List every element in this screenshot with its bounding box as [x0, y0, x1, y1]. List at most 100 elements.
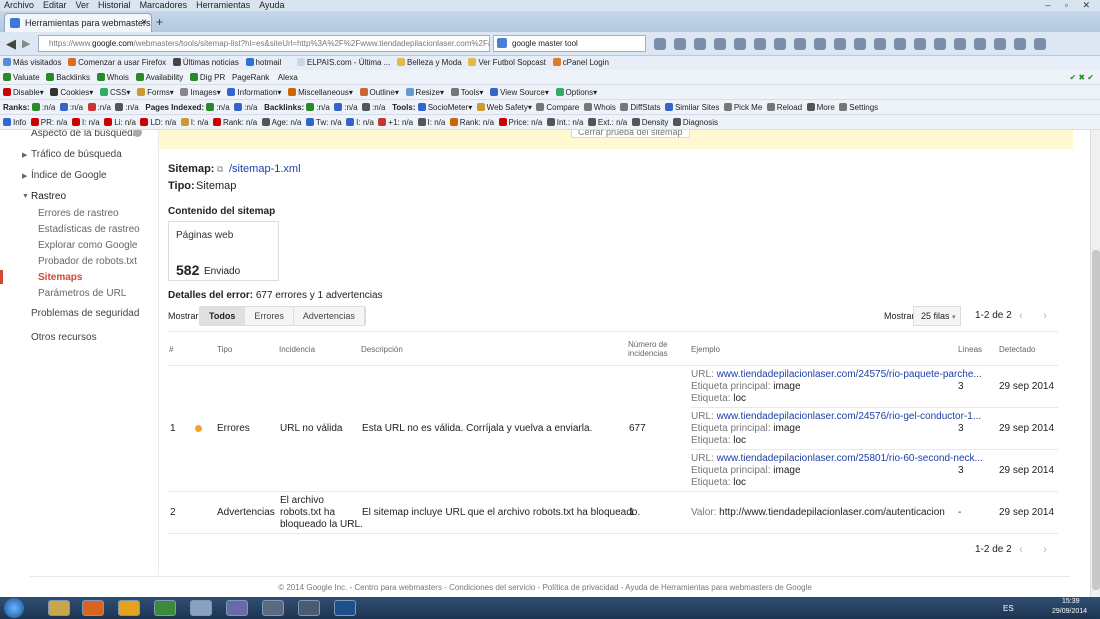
plus-one-item[interactable]: +1: n/a — [388, 118, 413, 127]
compare-button[interactable]: Compare — [546, 103, 579, 112]
similar-sites-button[interactable]: Similar Sites — [675, 103, 719, 112]
menu-marcadores[interactable]: Marcadores — [140, 0, 188, 11]
addon-icon[interactable] — [714, 38, 726, 50]
pr-item[interactable]: PR: n/a — [41, 118, 68, 127]
close-tab-icon[interactable]: × — [141, 14, 147, 32]
prev-page-icon[interactable]: ‹ — [1019, 542, 1023, 556]
age-item[interactable]: Age: n/a — [272, 118, 302, 127]
language-indicator[interactable]: ES — [1003, 604, 1014, 613]
bookmark-item[interactable]: Más visitados — [3, 58, 61, 67]
col-incidencia[interactable]: Incidencia — [279, 345, 315, 354]
menu-herramientas[interactable]: Herramientas — [196, 0, 250, 11]
rows-per-page-select[interactable]: 25 filas ▾ — [913, 306, 961, 326]
sidebar-item-security[interactable]: Problemas de seguridad — [31, 308, 139, 319]
expand-arrow-icon[interactable]: ▶ — [22, 172, 27, 180]
images-menu[interactable]: Images — [190, 88, 216, 97]
media-player-icon[interactable] — [190, 600, 212, 616]
photoshop-icon[interactable] — [334, 600, 356, 616]
settings-button[interactable]: Settings — [849, 103, 878, 112]
addon-icon[interactable] — [1014, 38, 1026, 50]
next-page-icon[interactable]: › — [1043, 542, 1047, 556]
bookmark-item[interactable]: ELPAIS.com - Última ... — [296, 58, 390, 67]
density-item[interactable]: Density — [642, 118, 669, 127]
url-bar[interactable]: https://www.google.com/webmasters/tools/… — [38, 35, 490, 52]
addon-icon[interactable] — [774, 38, 786, 50]
example-url-link[interactable]: www.tiendadepilacionlaser.com/24575/rio-… — [717, 369, 982, 380]
close-test-button[interactable]: Cerrar prueba del sitemap — [571, 130, 690, 138]
addon-icon[interactable] — [814, 38, 826, 50]
filter-advertencias[interactable]: Advertencias — [293, 307, 365, 325]
bookmark-item[interactable]: cPanel Login — [552, 58, 609, 67]
view-source-menu[interactable]: View Source — [500, 88, 545, 97]
outline-menu[interactable]: Outline — [370, 88, 395, 97]
addon-icon[interactable] — [854, 38, 866, 50]
menu-ayuda[interactable]: Ayuda — [259, 0, 284, 11]
whois-tool-button[interactable]: Whois — [594, 103, 616, 112]
bookmark-item[interactable]: hotmail — [245, 58, 281, 67]
forward-arrow-icon[interactable]: ▶ — [22, 37, 30, 50]
options-menu[interactable]: Options — [566, 88, 594, 97]
explorer-icon[interactable] — [48, 600, 70, 616]
internal-links-item[interactable]: Int.: n/a — [557, 118, 584, 127]
col-ejemplo[interactable]: Ejemplo — [691, 345, 720, 354]
clock-time[interactable]: 15:39 — [1062, 598, 1080, 605]
col-numero[interactable]: Número de incidencias — [628, 340, 678, 358]
bookmark-icon[interactable] — [694, 38, 706, 50]
addon-icon[interactable] — [734, 38, 746, 50]
bookmark-item[interactable]: Belleza y Moda — [397, 58, 462, 67]
example-url-link[interactable]: www.tiendadepilacionlaser.com/24576/rio-… — [717, 411, 982, 422]
rank-item[interactable]: Rank: n/a — [223, 118, 257, 127]
sidebar-item-sitemaps[interactable]: Sitemaps — [38, 272, 82, 283]
alexa-button[interactable]: Alexa — [278, 73, 298, 82]
back-arrow-icon[interactable]: ◀ — [6, 36, 16, 52]
sociometer-button[interactable]: SocioMeter — [428, 103, 468, 112]
information-menu[interactable]: Information — [237, 88, 277, 97]
dig-pr-button[interactable]: Dig PR — [200, 73, 225, 82]
bookmark-item[interactable]: Últimas noticias — [172, 58, 239, 67]
window-controls[interactable]: – ▫ ✕ — [1045, 0, 1096, 11]
col-num[interactable]: # — [169, 345, 173, 354]
sidebar-item-other-resources[interactable]: Otros recursos — [31, 332, 97, 343]
start-button-icon[interactable] — [4, 598, 24, 618]
addon-icon[interactable] — [974, 38, 986, 50]
search-input[interactable]: google master tool — [493, 35, 646, 52]
pagerank-button[interactable]: PageRank — [232, 73, 269, 82]
diagnosis-item[interactable]: Diagnosis — [683, 118, 718, 127]
diffstats-button[interactable]: DiffStats — [630, 103, 660, 112]
col-detectado[interactable]: Detectado — [999, 345, 1035, 354]
css-menu[interactable]: CSS — [110, 88, 126, 97]
addon-icon[interactable] — [894, 38, 906, 50]
home-icon[interactable] — [834, 38, 846, 50]
facebook-item[interactable]: I: n/a — [356, 118, 374, 127]
collapse-arrow-icon[interactable]: ▼ — [22, 193, 29, 200]
menu-editar[interactable]: Editar — [43, 0, 67, 11]
pick-me-button[interactable]: Pick Me — [734, 103, 762, 112]
resize-menu[interactable]: Resize — [416, 88, 440, 97]
sidebar-item-robots-tester[interactable]: Probador de robots.txt — [38, 256, 137, 267]
addon-icon[interactable] — [794, 38, 806, 50]
expand-arrow-icon[interactable]: ▶ — [22, 151, 27, 159]
cookies-menu[interactable]: Cookies — [60, 88, 89, 97]
tools-menu[interactable]: Tools — [461, 88, 480, 97]
bookmark-item[interactable]: Comenzar a usar Firefox — [68, 58, 166, 67]
sidebar-item-crawl-errors[interactable]: Errores de rastreo — [38, 208, 119, 219]
miscellaneous-menu[interactable]: Miscellaneous — [298, 88, 349, 97]
index-item[interactable]: I: n/a — [191, 118, 209, 127]
bookmark-item[interactable]: Ver Futbol Sopcast — [468, 58, 546, 67]
web-safety-button[interactable]: Web Safety — [487, 103, 528, 112]
clock-date[interactable]: 29/09/2014 — [1052, 608, 1087, 615]
scrollbar-thumb[interactable] — [1092, 250, 1100, 590]
chrome-icon[interactable] — [154, 600, 176, 616]
addon-icon[interactable] — [934, 38, 946, 50]
col-tipo[interactable]: Tipo — [217, 345, 232, 354]
sidebar-item-index[interactable]: Índice de Google — [31, 170, 107, 181]
disable-menu[interactable]: Disable — [13, 88, 40, 97]
col-lineas[interactable]: Líneas — [958, 345, 982, 354]
tab-webmasters[interactable]: Herramientas para webmasters de ... × — [4, 13, 152, 32]
download-icon[interactable] — [654, 38, 666, 50]
sitemap-link[interactable]: /sitemap-1.xml — [229, 163, 301, 175]
sidebar-item-crawl-stats[interactable]: Estadísticas de rastreo — [38, 224, 140, 235]
reload-button[interactable]: Reload — [777, 103, 802, 112]
external-links-item[interactable]: Ext.: n/a — [598, 118, 627, 127]
external-link-icon[interactable]: ⧉ — [217, 164, 223, 175]
